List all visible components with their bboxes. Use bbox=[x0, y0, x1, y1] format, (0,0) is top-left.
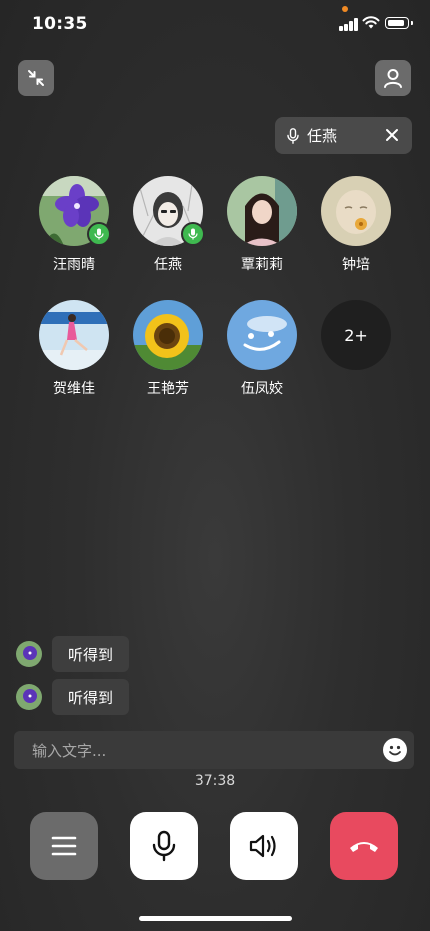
message-avatar bbox=[16, 684, 42, 710]
emoji-button[interactable] bbox=[383, 738, 407, 762]
active-speaker-indicator: 任燕 bbox=[275, 117, 412, 154]
status-time: 10:35 bbox=[32, 14, 88, 34]
mic-active-badge bbox=[87, 222, 111, 246]
status-bar: 10:35 bbox=[0, 0, 430, 50]
user-icon bbox=[384, 69, 402, 88]
battery-icon bbox=[385, 17, 413, 29]
chat-input-field[interactable]: 输入文字... bbox=[14, 731, 414, 769]
emoji-icon bbox=[389, 745, 401, 756]
chat-message: 听得到 bbox=[16, 679, 130, 715]
home-indicator bbox=[139, 916, 292, 921]
participant-tile[interactable]: 汪雨晴 bbox=[27, 176, 121, 274]
participant-tile[interactable]: 钟培 bbox=[309, 176, 403, 274]
avatar bbox=[39, 300, 109, 370]
participant-name: 贺维佳 bbox=[53, 381, 95, 397]
avatar bbox=[321, 176, 391, 246]
close-icon[interactable] bbox=[384, 127, 400, 143]
chat-message: 听得到 bbox=[16, 636, 130, 672]
speaker-icon bbox=[249, 834, 276, 858]
mic-icon bbox=[152, 830, 176, 862]
minimize-call-button[interactable] bbox=[18, 60, 54, 96]
avatar bbox=[227, 176, 297, 246]
participant-tile[interactable]: 贺维佳 bbox=[27, 300, 121, 398]
wifi-icon bbox=[362, 16, 380, 29]
hangup-button[interactable] bbox=[330, 812, 398, 880]
participant-tile[interactable]: 王艳芳 bbox=[121, 300, 215, 398]
avatar bbox=[39, 176, 111, 246]
message-bubble: 听得到 bbox=[52, 636, 130, 672]
participant-tile[interactable]: 任燕 bbox=[121, 176, 215, 274]
more-participants-tile[interactable]: 2+ bbox=[309, 300, 403, 370]
participant-tile[interactable]: 覃莉莉 bbox=[215, 176, 309, 274]
message-bubble: 听得到 bbox=[52, 679, 130, 715]
speaker-button[interactable] bbox=[230, 812, 298, 880]
mute-button[interactable] bbox=[130, 812, 198, 880]
avatar bbox=[133, 176, 205, 246]
participant-name: 钟培 bbox=[342, 257, 370, 273]
participant-name: 王艳芳 bbox=[147, 381, 189, 397]
participant-name: 任燕 bbox=[154, 257, 182, 273]
mic-icon bbox=[287, 127, 299, 144]
active-speaker-name: 任燕 bbox=[307, 127, 338, 145]
participant-name: 覃莉莉 bbox=[241, 257, 283, 273]
mic-active-badge bbox=[181, 222, 205, 246]
avatar bbox=[133, 300, 203, 370]
call-duration: 37:38 bbox=[194, 773, 236, 789]
chat-input-placeholder: 输入文字... bbox=[32, 742, 107, 760]
signal-icon bbox=[339, 18, 359, 31]
hangup-icon bbox=[350, 842, 378, 852]
participant-name: 伍凤姣 bbox=[241, 381, 283, 397]
menu-icon bbox=[51, 836, 77, 856]
collapse-icon bbox=[28, 70, 44, 86]
avatar bbox=[227, 300, 297, 370]
menu-button[interactable] bbox=[30, 812, 98, 880]
message-avatar bbox=[16, 641, 42, 667]
more-participants-badge: 2+ bbox=[321, 300, 391, 370]
add-participant-button[interactable] bbox=[375, 60, 411, 96]
participant-tile[interactable]: 伍凤姣 bbox=[215, 300, 309, 398]
participant-name: 汪雨晴 bbox=[53, 257, 95, 273]
recording-indicator-dot bbox=[342, 6, 348, 12]
